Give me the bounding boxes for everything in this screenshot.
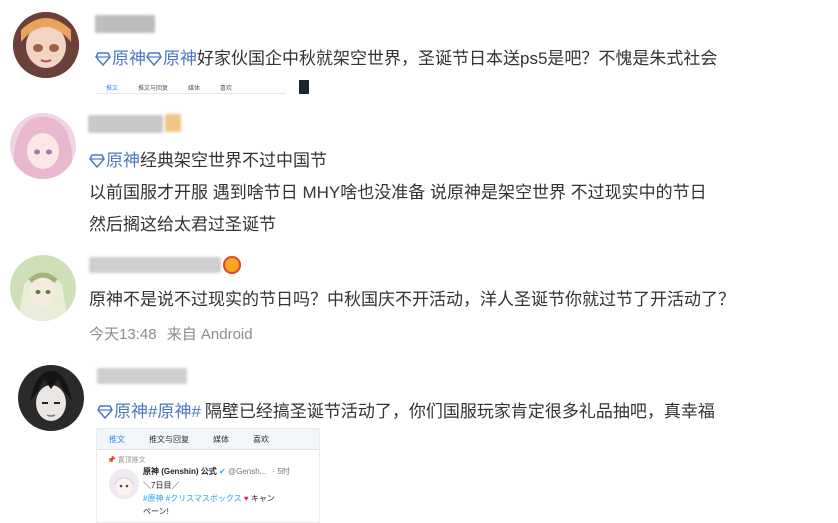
tweet-line: ＼7日目／ <box>143 481 180 490</box>
embed-tabs: 推文 推文与回复 媒体 喜欢 <box>97 429 319 450</box>
vip-crown-icon <box>223 256 241 274</box>
username-redacted[interactable] <box>97 368 187 384</box>
post-body: 好家伙国企中秋就架空世界，圣诞节日本送ps5是吧？不愧是朱式社会 <box>197 49 718 68</box>
user-badge <box>165 114 181 132</box>
post-text: 原神经典架空世界不过中国节 <box>89 150 327 172</box>
username-redacted[interactable] <box>88 115 163 133</box>
embedded-image-tabs: 推文 推文与回复 媒体 喜欢 <box>96 80 286 94</box>
diamond-icon <box>146 52 162 66</box>
tweet-hashtag: #クリスマスボックス <box>165 494 242 503</box>
pinned-text: 置顶推文 <box>117 457 146 464</box>
topic-link[interactable]: 原神 <box>97 402 148 421</box>
diamond-icon <box>95 52 111 66</box>
avatar-green-character-image <box>10 255 76 321</box>
avatar-pink-hair-image <box>10 113 76 179</box>
post-body: 经典架空世界不过中国节 <box>140 151 327 170</box>
topic-link[interactable]: #原神# <box>148 402 201 421</box>
image-thumbnail[interactable] <box>299 80 309 94</box>
username-redacted[interactable] <box>95 15 155 33</box>
tweet-text: キャン <box>250 494 275 503</box>
diamond-icon <box>97 405 113 419</box>
post-meta: 今天13:48 来自 Android <box>89 323 253 344</box>
avatar-dark-hair-image <box>18 365 84 431</box>
tweet-age: · 5时 <box>272 467 290 476</box>
topic-link[interactable]: 原神 <box>95 49 146 68</box>
embed-tab: 推文与回复 <box>149 434 189 444</box>
embed-tab: 推文 <box>109 434 125 444</box>
mini-tab: 喜欢 <box>220 86 233 92</box>
post-body: 隔壁已经搞圣诞节活动了，你们国服玩家肯定很多礼品抽吧，真幸福 <box>204 402 715 421</box>
post-source: 来自 Android <box>166 326 253 343</box>
avatar[interactable] <box>18 365 84 431</box>
mini-tab: 媒体 <box>188 86 201 92</box>
post-text: 原神#原神# 隔壁已经搞圣诞节活动了，你们国服玩家肯定很多礼品抽吧，真幸福 <box>97 401 715 423</box>
avatar[interactable] <box>13 12 79 78</box>
tweet-hashtag: #原神 <box>143 494 164 503</box>
embedded-tweet-image[interactable]: 推文 推文与回复 媒体 喜欢 📌 置顶推文 原神 (Genshin) 公式 ✔ … <box>96 428 320 523</box>
post-text: 然后搁这给太君过圣诞节 <box>89 215 276 234</box>
topic-link[interactable]: 原神 <box>89 151 140 170</box>
tweet-header: 原神 (Genshin) 公式 ✔ @Gensh... · 5时 <box>143 466 290 477</box>
embed-tab: 喜欢 <box>253 434 269 444</box>
post-time[interactable]: 今天13:48 <box>89 326 157 343</box>
avatar-anime-girl-image <box>13 12 79 78</box>
username-redacted[interactable] <box>89 257 221 273</box>
tweet-avatar <box>109 469 139 499</box>
avatar[interactable] <box>10 113 76 179</box>
topic-link[interactable]: 原神 <box>146 49 197 68</box>
heart-emoji-icon: ♥ <box>243 494 249 503</box>
tweet-line: #原神 #クリスマスボックス ♥ キャン <box>143 493 275 504</box>
pinned-label: 📌 置顶推文 <box>107 457 146 464</box>
diamond-icon <box>89 154 105 168</box>
mini-tab: 推文 <box>106 86 119 92</box>
verified-icon: ✔ <box>219 467 226 476</box>
post-text: 原神 原神好家伙国企中秋就架空世界，圣诞节日本送ps5是吧？不愧是朱式社会 <box>95 48 717 70</box>
avatar[interactable] <box>10 255 76 321</box>
post-text: 以前国服才开服 遇到啥节日 MHY啥也没准备 说原神是架空世界 不过现实中的节日 <box>89 183 707 202</box>
post-text: 原神不是说不过现实的节日吗？中秋国庆不开活动，洋人圣诞节你就过节了开活动了？ <box>89 290 735 309</box>
paimon-avatar-image <box>109 469 139 499</box>
tweet-handle: @Gensh... <box>227 467 267 476</box>
embed-tab: 媒体 <box>213 434 229 444</box>
tweet-line: ペーン! <box>143 507 169 516</box>
tweet-author: 原神 (Genshin) 公式 <box>143 467 217 476</box>
mini-tab: 推文与回复 <box>138 86 169 92</box>
